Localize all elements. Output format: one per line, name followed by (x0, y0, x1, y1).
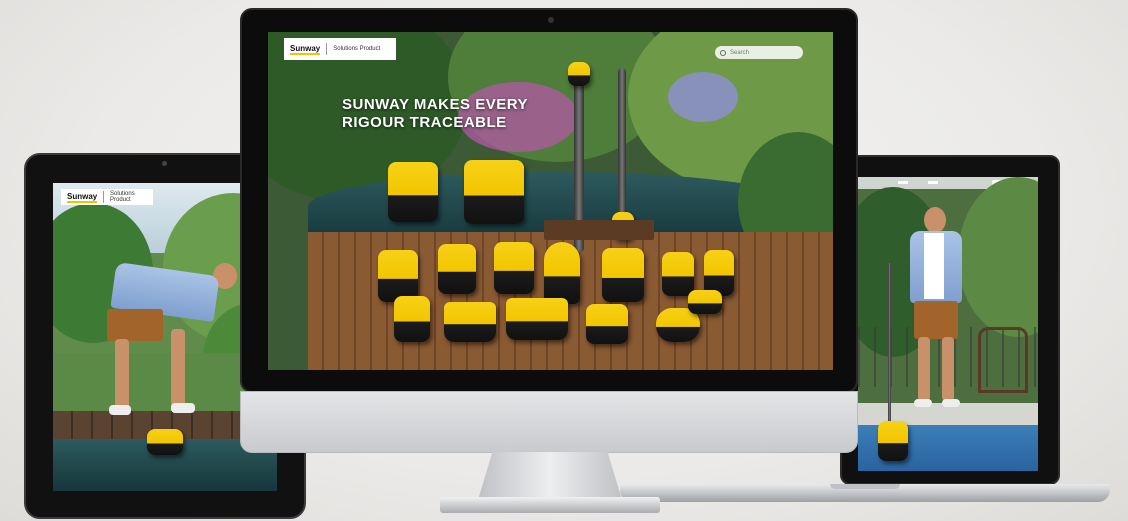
pump-product (586, 304, 628, 344)
laptop-screen (858, 177, 1038, 471)
pump-product (464, 160, 524, 224)
pump-product (394, 296, 430, 342)
person-shorts (107, 309, 163, 341)
tablet-site-logo[interactable]: Sunway Solutions Product (61, 189, 153, 205)
tree (958, 177, 1038, 337)
hero-headline: SUNWAY MAKES EVERY RIGOUR TRACEABLE (342, 96, 528, 132)
pump-product (378, 250, 418, 302)
person-leg (115, 339, 129, 409)
headline-line-2: RIGOUR TRACEABLE (342, 114, 507, 131)
person-shoe (942, 399, 960, 407)
imac-chin (240, 391, 858, 453)
pump-product (506, 298, 568, 340)
pump-cable (888, 263, 891, 433)
pump-product (444, 302, 496, 342)
patio-chair (978, 327, 1028, 393)
brand-mark: Sunway (67, 191, 98, 203)
pump-product (438, 244, 476, 294)
person-shoe (109, 405, 131, 415)
logo-divider (326, 43, 328, 55)
site-logo[interactable]: Sunway Solutions Product (284, 38, 396, 60)
logo-divider (103, 191, 105, 203)
person-shorts (914, 301, 958, 339)
laptop-notch (830, 484, 900, 489)
search-icon (720, 49, 726, 56)
pump-product (388, 162, 438, 222)
brand-mark: Sunway (290, 43, 321, 55)
search-input[interactable]: Search (715, 46, 803, 59)
search-placeholder: Search (730, 49, 750, 56)
person-shoe (914, 399, 932, 407)
pump-product (147, 429, 183, 455)
headline-line-1: SUNWAY MAKES EVERY (342, 96, 528, 113)
person-leg (171, 329, 185, 407)
person-tshirt (924, 233, 944, 299)
person-shoe (171, 403, 195, 413)
person-leg (942, 337, 954, 401)
pump-product (494, 242, 534, 294)
imac-device: Sunway Solutions Product Search SUNWAY M… (240, 8, 858, 393)
imac-screen: Sunway Solutions Product Search SUNWAY M… (268, 32, 833, 370)
tablet-camera (162, 161, 167, 166)
laptop-device (840, 155, 1060, 485)
pump-product (688, 290, 722, 314)
flower-bed (668, 72, 738, 122)
nav-item[interactable] (928, 181, 938, 184)
imac-camera (548, 17, 554, 23)
garden-table (544, 220, 654, 240)
imac-foot (440, 497, 660, 513)
pump-product (544, 242, 580, 304)
imac-stand (478, 452, 622, 500)
person-leg (918, 337, 930, 401)
pump-product (662, 252, 694, 296)
brand-tagline: Solutions Product (333, 46, 381, 52)
person-head (924, 207, 946, 233)
pump-product (568, 62, 590, 86)
pump-product (602, 248, 644, 302)
nav-item[interactable] (898, 181, 908, 184)
brand-tagline: Solutions Product (110, 191, 135, 203)
pump-product (878, 421, 908, 461)
